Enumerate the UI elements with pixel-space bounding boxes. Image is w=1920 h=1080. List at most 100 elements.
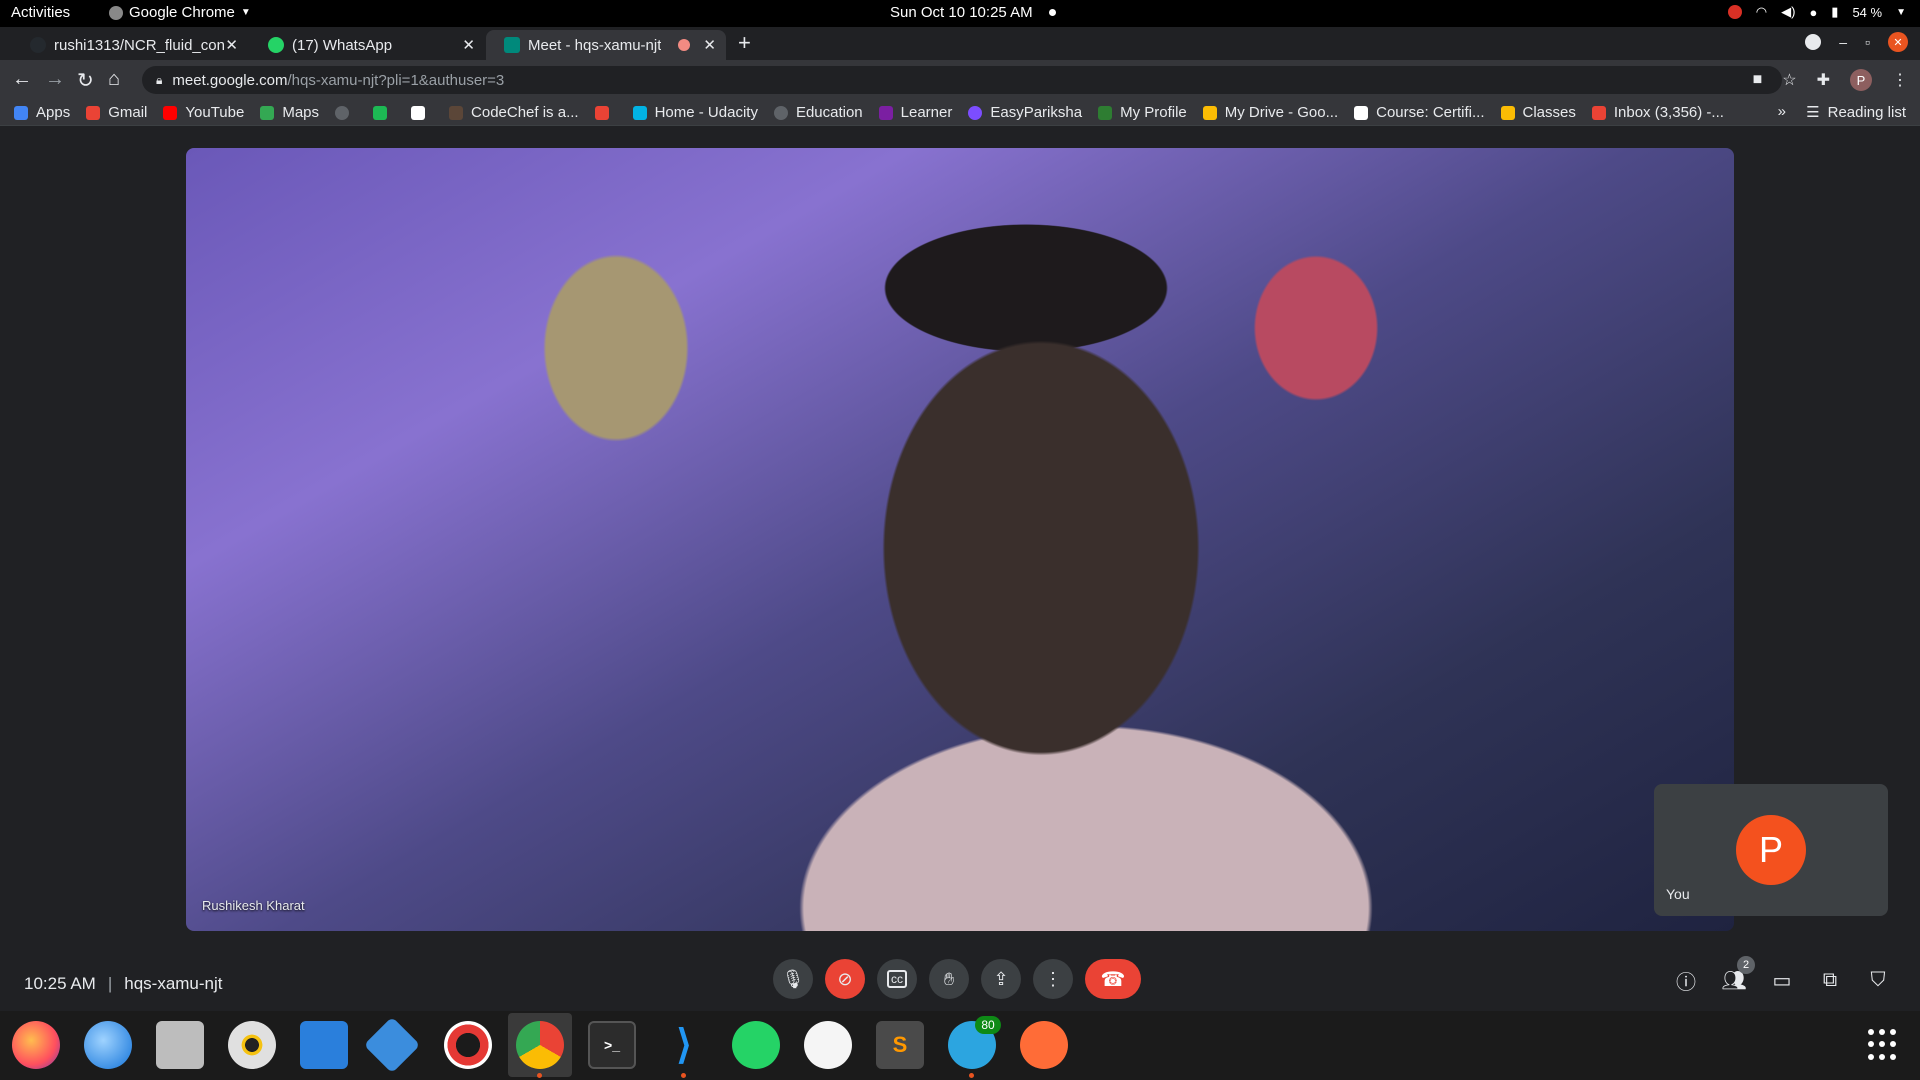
recording-icon [1727,5,1742,19]
browser-toolbar: ← → ↻ ⌂ 🔒︎ meet.google.com/hqs-xamu-njt?… [0,60,1920,100]
app-menu[interactable]: Google Chrome ▼ [109,4,251,21]
participant-video-tile[interactable]: Rushikesh Kharat [186,148,1734,931]
thunderbird-icon[interactable] [84,1021,132,1069]
bookmark-gmail-2[interactable] [594,105,617,120]
toolbar-actions: ■ ☆ ✚ P ⋮ [1753,69,1908,91]
app-name: Google Chrome [129,4,235,21]
microphone-button[interactable]: 🎙︎ [773,959,813,999]
tab-meet[interactable]: Meet - hqs-xamu-njt ✕ [486,30,726,60]
minimize-icon[interactable]: – [1839,34,1847,50]
tab-title: (17) WhatsApp [292,36,393,54]
camera-off-button[interactable]: ⊘ [825,959,865,999]
host-controls-icon[interactable]: ⛉ [1865,967,1891,993]
battery-icon: ▮ [1831,4,1839,19]
android-studio-icon[interactable] [804,1021,852,1069]
tab-github[interactable]: rushi1313/NCR_fluid_con ✕ [12,30,248,60]
bookmark-my-drive[interactable]: My Drive - Goo... [1202,104,1338,121]
bookmark-education[interactable]: Education [773,104,863,121]
meeting-details-icon[interactable]: ⓘ [1673,967,1699,994]
more-options-button[interactable]: ⋮ [1033,959,1073,999]
firefox-icon[interactable] [12,1021,60,1069]
github-icon [773,105,788,120]
bookmark-hackerrank[interactable] [411,105,433,120]
bookmark-gmail[interactable]: Gmail [86,104,147,121]
url-path: /hqs-xamu-njt?pli=1&authuser=3 [287,71,505,89]
activities-icon[interactable]: ⧉ [1817,967,1843,993]
tab-title: Meet - hqs-xamu-njt [528,36,662,54]
learner-icon [878,105,893,120]
postman-icon[interactable] [1020,1021,1068,1069]
bookmark-codechef[interactable]: CodeChef is a... [449,104,579,121]
new-tab-button[interactable]: + [738,30,751,56]
captions-button[interactable]: cc [877,959,917,999]
reload-icon[interactable]: ↻ [77,68,94,93]
battery-percent: 54 % [1852,4,1883,20]
reading-list-button[interactable]: ☰ Reading list [1806,103,1906,122]
maximize-icon[interactable]: ▫ [1865,34,1870,50]
bookmark-my-profile[interactable]: My Profile [1098,104,1187,121]
leave-call-button[interactable]: ☎︎ [1085,959,1141,999]
menu-icon[interactable]: ⋮ [1892,70,1908,90]
camera-in-use-icon[interactable]: ■ [1753,71,1763,89]
close-tab-icon[interactable]: ✕ [462,36,475,54]
bookmark-easypariksha[interactable]: EasyPariksha [968,104,1082,121]
bookmark-udacity[interactable]: Home - Udacity [632,104,758,121]
telegram-badge: 80 [975,1016,1001,1034]
extensions-icon[interactable]: ✚ [1817,70,1830,90]
self-label: You [1666,886,1690,902]
tab-search-icon[interactable] [1805,34,1822,50]
system-tray[interactable]: ◠ ◀) ● ▮ 54 % ▼ [1727,4,1906,20]
help-icon[interactable] [444,1021,492,1069]
bookmark-apps[interactable]: Apps [14,104,70,121]
present-button[interactable]: ⇪ [981,959,1021,999]
vscode-icon[interactable]: ⟩ [660,1021,708,1069]
back-icon[interactable]: ← [12,68,32,91]
end-call-icon: ☎︎ [1100,968,1126,991]
forward-icon[interactable]: → [45,68,65,91]
bookmark-maps[interactable]: Maps [260,104,319,121]
chat-icon[interactable]: ▭ [1769,967,1795,993]
bookmark-github[interactable] [335,105,357,120]
meeting-time: 10:25 AM [24,974,96,993]
meet-stage: Rushikesh Kharat P You 10:25 AM | hqs-xa… [0,126,1920,1011]
show-applications-icon[interactable] [1868,1029,1900,1061]
avatar: P [1736,815,1806,885]
link-icon [1098,105,1113,120]
more-bookmarks-icon[interactable]: » [1778,103,1786,120]
close-window-icon[interactable]: ✕ [1888,32,1908,52]
window-controls: – ▫ ✕ [1805,32,1908,52]
self-view-tile[interactable]: P You [1654,784,1888,916]
bookmark-classes[interactable]: Classes [1500,104,1576,121]
profile-avatar[interactable]: P [1850,69,1872,91]
writer-icon[interactable] [300,1021,348,1069]
terminal-icon[interactable]: >_ [588,1021,636,1069]
close-tab-icon[interactable]: ✕ [703,36,716,54]
power-menu-icon: ▼ [1896,6,1906,18]
raise-hand-button[interactable]: ✋︎ [929,959,969,999]
whatsapp-icon[interactable] [732,1021,780,1069]
datetime: Sun Oct 10 10:25 AM [890,4,1033,21]
chrome-icon[interactable] [516,1021,564,1069]
activities-button[interactable]: Activities [11,4,70,21]
sublime-icon[interactable]: S [876,1021,924,1069]
software-icon[interactable] [363,1016,421,1074]
bookmark-star-icon[interactable]: ☆ [1782,70,1796,90]
files-icon[interactable] [156,1021,204,1069]
close-tab-icon[interactable]: ✕ [225,36,238,54]
rhythmbox-icon[interactable] [228,1021,276,1069]
apps-grid-icon [14,105,28,120]
address-bar[interactable]: 🔒︎ meet.google.com/hqs-xamu-njt?pli=1&au… [142,66,1782,94]
people-count-badge: 2 [1737,956,1755,974]
bookmark-learner[interactable]: Learner [878,104,952,121]
bookmark-inbox[interactable]: Inbox (3,356) -... [1591,104,1724,121]
tab-whatsapp[interactable]: (17) WhatsApp ✕ [250,30,485,60]
chrome-icon [109,5,123,20]
bookmark-course[interactable]: Course: Certifi... [1354,104,1485,121]
microphone-icon: 🎙︎ [781,968,805,989]
meeting-code[interactable]: hqs-xamu-njt [124,974,222,994]
bookmark-youtube[interactable]: YouTube [163,104,244,121]
clock[interactable]: Sun Oct 10 10:25 AM [890,4,1056,21]
microphone-icon: ● [1809,4,1818,20]
bookmark-green[interactable] [373,105,395,120]
home-icon[interactable]: ⌂ [108,68,120,91]
